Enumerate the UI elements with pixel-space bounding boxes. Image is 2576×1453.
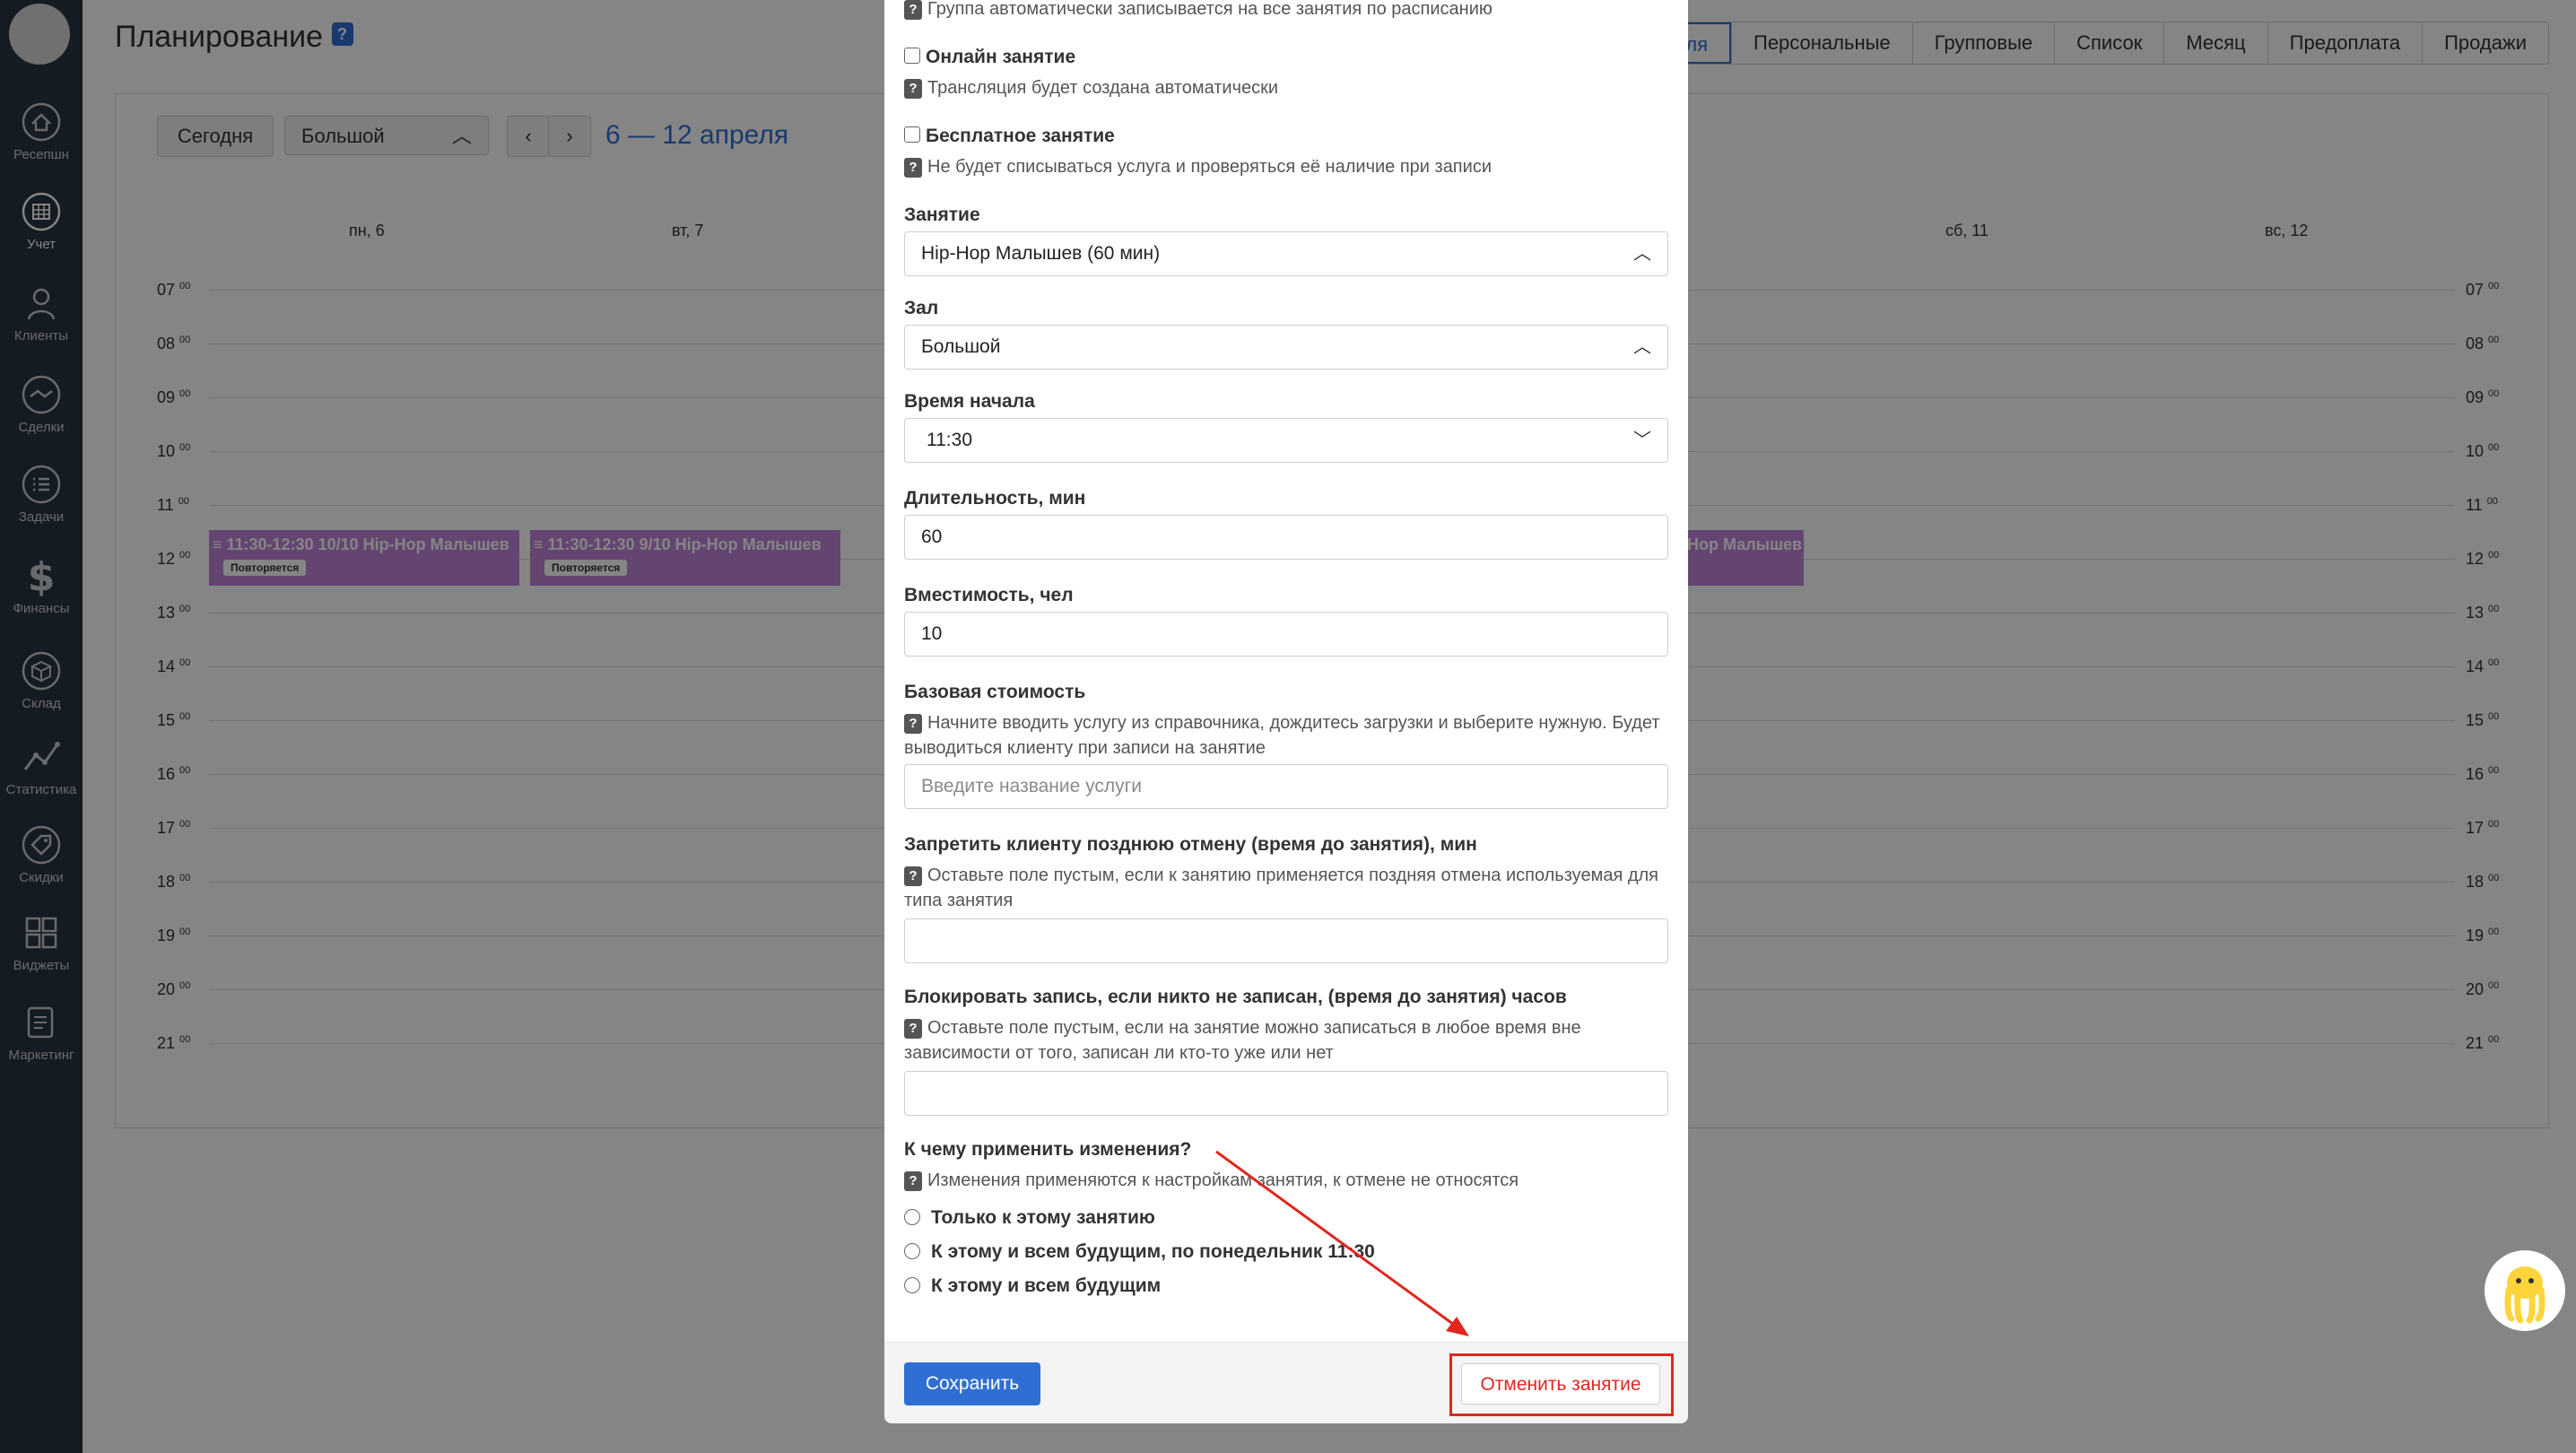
octopus-icon: [2504, 1266, 2546, 1324]
annotation-arrow-icon: [1215, 1150, 1469, 1336]
support-chat-icon[interactable]: [2485, 1250, 2565, 1331]
